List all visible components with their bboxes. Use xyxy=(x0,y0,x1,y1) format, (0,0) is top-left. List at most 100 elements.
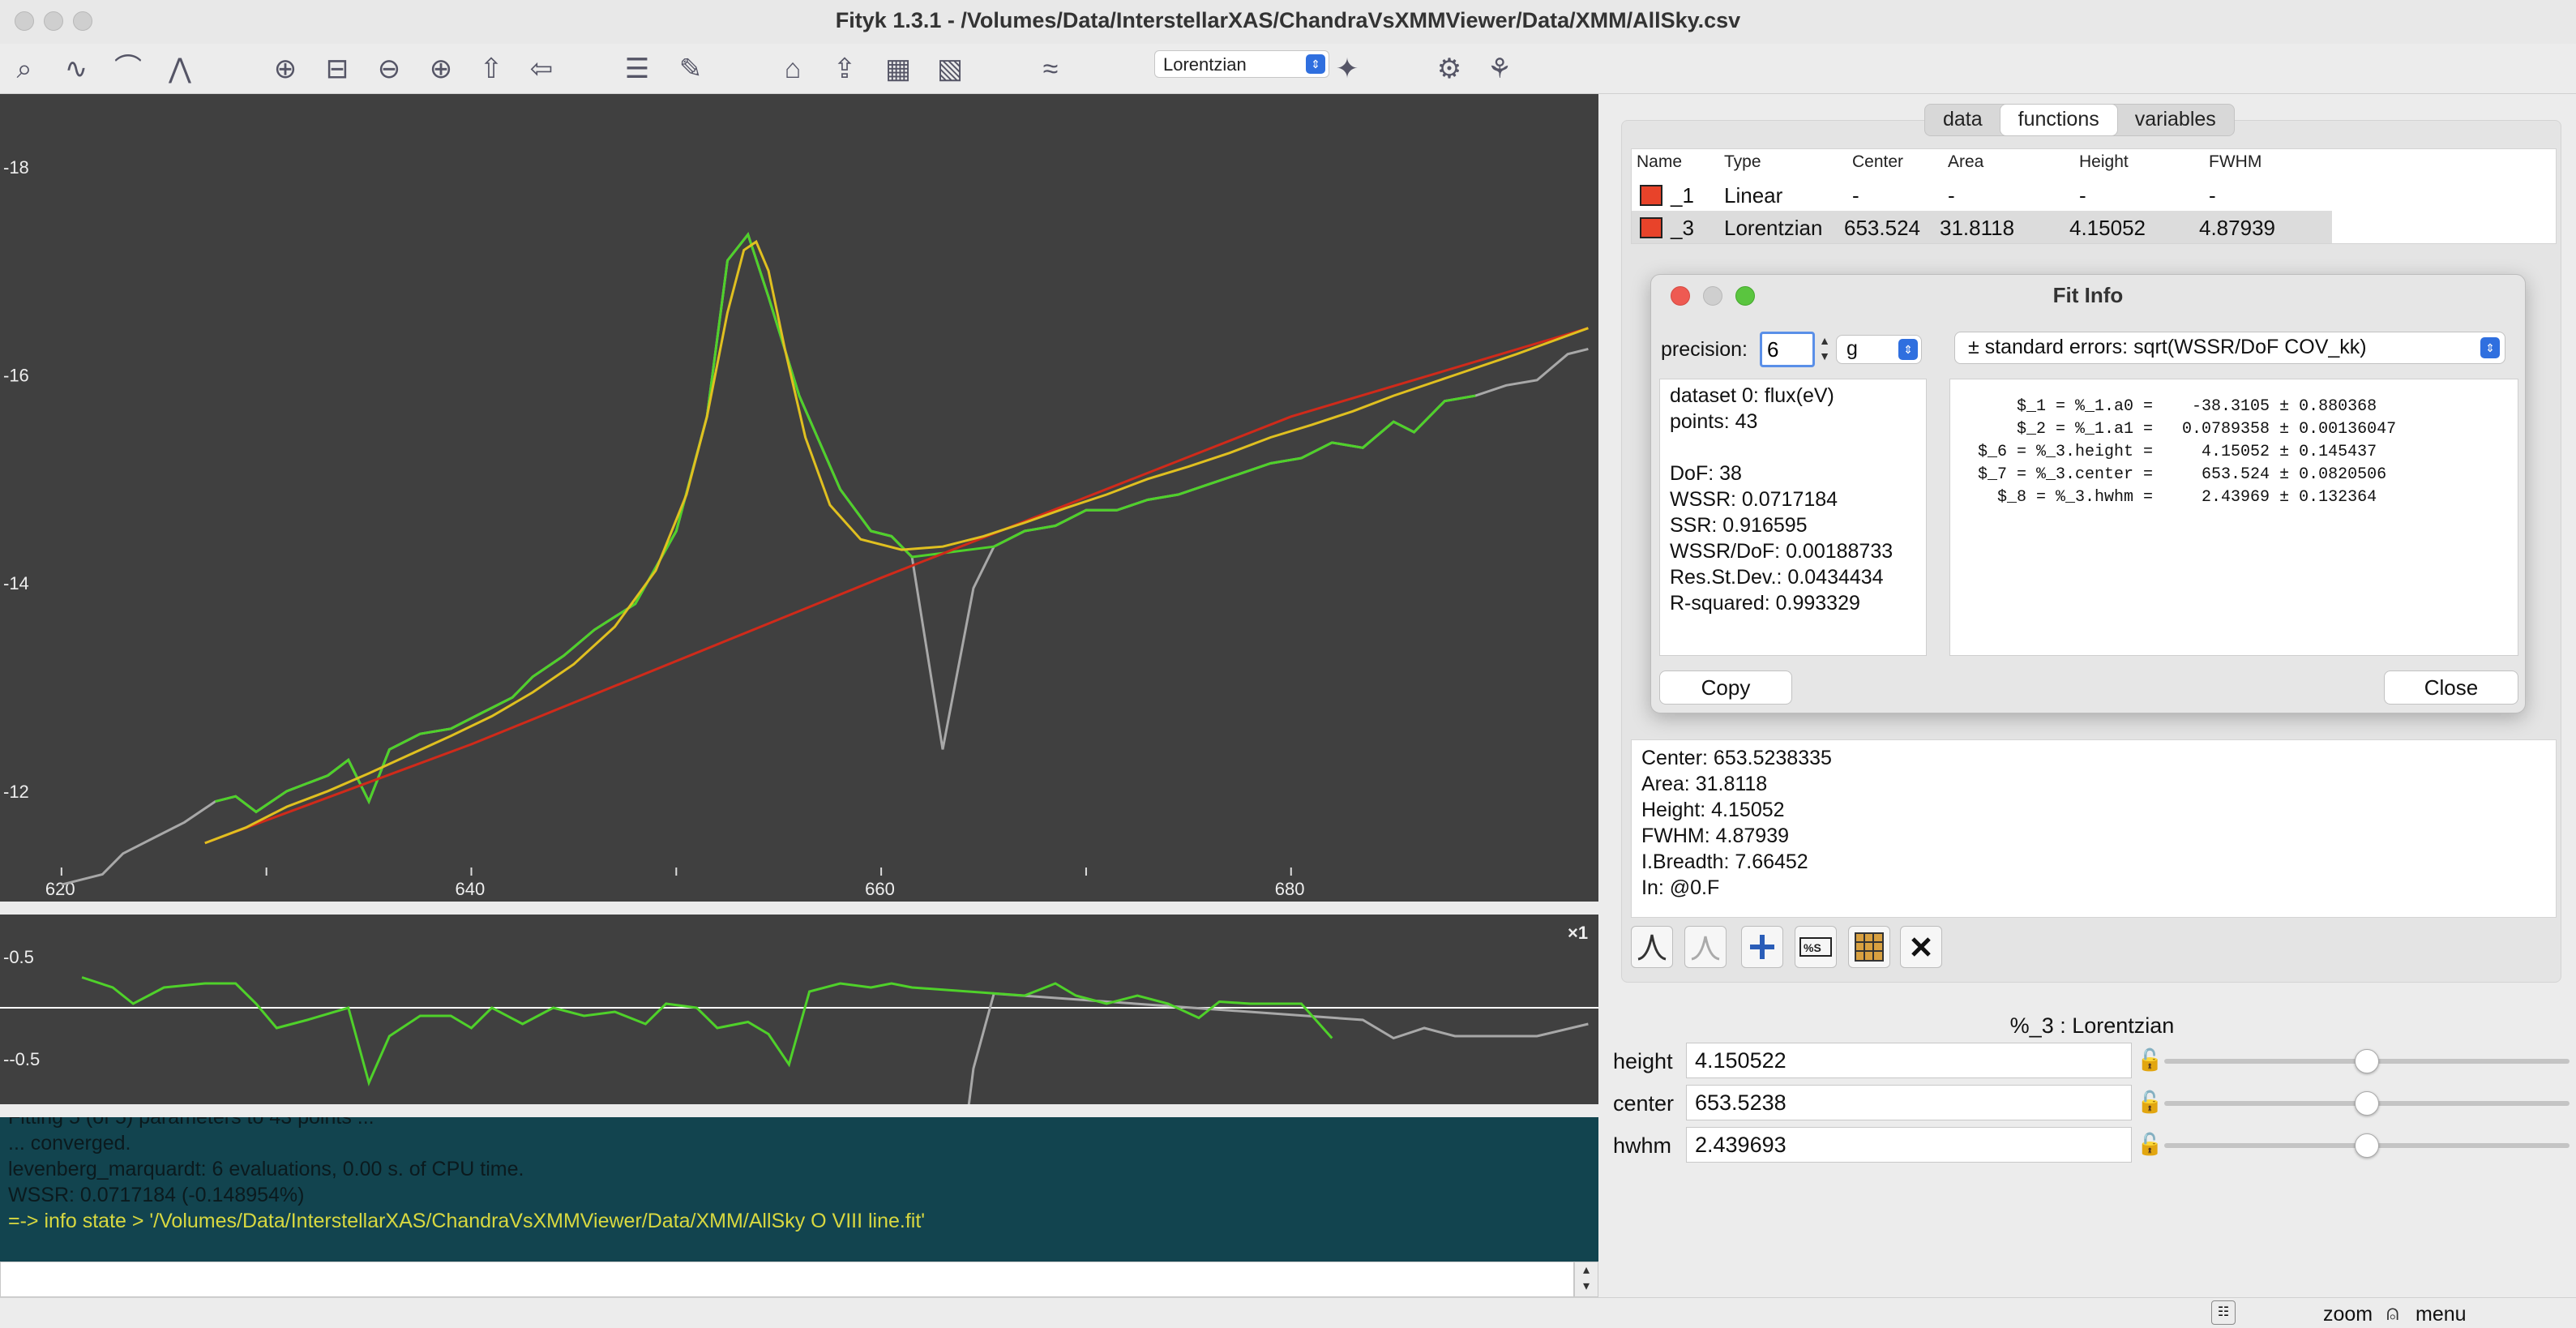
delete-function-button[interactable] xyxy=(1900,926,1942,968)
zoom-fit-icon[interactable]: ⇧ xyxy=(472,49,511,88)
change-type-icon xyxy=(1691,936,1720,961)
color-swatch[interactable] xyxy=(1640,185,1662,206)
slider-knob[interactable] xyxy=(2355,1133,2379,1158)
grid-icon xyxy=(1855,932,1884,962)
copy-function-icon: %S xyxy=(1799,937,1832,957)
parameter-label: center xyxy=(1613,1091,1675,1116)
info-line: In: @0.F xyxy=(1641,876,1720,899)
zoom-in-icon[interactable]: ⊕ xyxy=(421,49,460,88)
cell-name: _1 xyxy=(1671,183,1694,208)
functions-table[interactable]: Name Type Center Area Height FWHM _1 Lin… xyxy=(1631,148,2557,244)
column-header-area[interactable]: Area xyxy=(1948,152,1983,172)
main-plot-canvas[interactable]: -18-16-14-12 620 640 660 680 xyxy=(0,94,1598,902)
cell-height: - xyxy=(2079,183,2086,208)
mouse-button-icon: ⍝ xyxy=(2386,1300,2399,1325)
format-value: g xyxy=(1846,337,1858,360)
slider-knob[interactable] xyxy=(2355,1049,2379,1073)
command-input[interactable] xyxy=(0,1262,1574,1297)
column-header-type[interactable]: Type xyxy=(1724,152,1761,172)
main-plot[interactable]: -18 -16 -14 -12 620 640 660 680 xyxy=(0,94,1598,902)
sidebar-tabs: data functions variables xyxy=(1924,104,2235,136)
export-image-icon[interactable]: ▦ xyxy=(879,49,918,88)
column-header-height[interactable]: Height xyxy=(2079,152,2129,172)
function-type-select[interactable]: Lorentzian ⇕ xyxy=(1154,50,1329,78)
mouse-mode-icon[interactable]: ☷ xyxy=(2211,1300,2236,1325)
run-fit-icon[interactable]: ⚙ xyxy=(1430,49,1469,88)
parameter-value-input[interactable]: 4.150522 xyxy=(1686,1043,2132,1078)
guess-function-icon[interactable]: ✦ xyxy=(1328,49,1367,88)
info-line: FWHM: 4.87939 xyxy=(1641,825,1790,847)
info-line: I.Breadth: 7.66452 xyxy=(1641,850,1808,873)
tab-data[interactable]: data xyxy=(1925,105,2000,135)
add-function-button[interactable] xyxy=(1741,926,1783,968)
function-info-box[interactable]: Center: 653.5238335 Area: 31.8118 Height… xyxy=(1631,739,2557,918)
zoom-out-icon[interactable]: ⊖ xyxy=(370,49,409,88)
tab-variables[interactable]: variables xyxy=(2117,105,2234,135)
cell-type: Lorentzian xyxy=(1724,216,1823,240)
error-mode-select[interactable]: ± standard errors: sqrt(WSSR/DoF COV_kk)… xyxy=(1954,332,2505,364)
plot-splitter[interactable] xyxy=(0,902,1598,915)
precision-stepper[interactable]: ▲ ▼ xyxy=(1816,333,1833,366)
fit-parameters-text[interactable]: $_1 = %_1.a0 = -38.3105 ± 0.880368 $_2 =… xyxy=(1949,379,2518,656)
table-row-selected[interactable]: _3 Lorentzian 653.524 31.8118 4.15052 4.… xyxy=(1632,211,2332,243)
status-zoom-label: zoom xyxy=(2323,1303,2373,1326)
format-select[interactable]: g ⇕ xyxy=(1836,335,1922,364)
edit-function-icon xyxy=(1637,934,1667,961)
column-header-center[interactable]: Center xyxy=(1852,152,1903,172)
stat-line: WSSR: 0.0717184 xyxy=(1670,488,1838,511)
copy-button[interactable]: Copy xyxy=(1659,670,1792,705)
edit-script-icon[interactable]: ✎ xyxy=(671,49,710,88)
grid-button[interactable] xyxy=(1848,926,1890,968)
zoom-mode-icon[interactable]: ⌕ xyxy=(5,49,44,88)
baseline-mode-icon[interactable]: ⌒ xyxy=(109,49,148,88)
resid-y-tick-label: --0.5 xyxy=(3,1049,40,1069)
lock-icon[interactable]: 🔓 xyxy=(2137,1132,2163,1156)
delete-function-icon xyxy=(1911,937,1931,957)
table-row[interactable]: _1 Linear - - - - xyxy=(1632,178,2557,211)
output-splitter[interactable] xyxy=(0,1104,1598,1117)
log-line: levenberg_marquardt: 6 evaluations, 0.00… xyxy=(8,1158,524,1180)
parameters-title: %_3 : Lorentzian xyxy=(2009,1013,2175,1038)
residual-plot-canvas[interactable]: -0.5 --0.5 ×1 xyxy=(0,915,1598,1104)
load-data-icon[interactable]: ⌂ xyxy=(773,49,812,88)
column-header-fwhm[interactable]: FWHM xyxy=(2209,152,2261,172)
edit-data-icon[interactable]: ☰ xyxy=(618,49,657,88)
resid-scale-label[interactable]: ×1 xyxy=(1568,923,1588,943)
precision-label: precision: xyxy=(1661,338,1748,361)
status-bar xyxy=(0,1297,2576,1328)
stat-line: Res.St.Dev.: 0.0434434 xyxy=(1670,566,1884,589)
lock-icon[interactable]: 🔓 xyxy=(2137,1090,2163,1114)
undo-fit-icon[interactable]: ⚘ xyxy=(1480,49,1519,88)
column-header-name[interactable]: Name xyxy=(1637,152,1682,172)
fit-info-dialog: Fit Info precision: 6 ▲ ▼ g ⇕ ± standard … xyxy=(1650,274,2526,713)
tab-functions[interactable]: functions xyxy=(2000,105,2117,135)
parameter-value-input[interactable]: 653.5238 xyxy=(1686,1085,2132,1120)
add-function-icon xyxy=(1750,935,1774,959)
slider-knob[interactable] xyxy=(2355,1091,2379,1116)
close-button[interactable]: Close xyxy=(2384,670,2518,705)
precision-input[interactable]: 6 xyxy=(1760,332,1815,367)
reload-data-icon[interactable]: ⇪ xyxy=(825,49,864,88)
edit-function-button[interactable] xyxy=(1631,926,1673,968)
log-line: ... converged. xyxy=(8,1132,131,1155)
command-history-stepper[interactable]: ▴ ▾ xyxy=(1574,1262,1598,1297)
stat-line: DoF: 38 xyxy=(1670,462,1742,485)
color-swatch[interactable] xyxy=(1640,217,1662,238)
zoom-back-icon[interactable]: ⇦ xyxy=(522,49,561,88)
parameter-value-input[interactable]: 2.439693 xyxy=(1686,1127,2132,1163)
peak-add-mode-icon[interactable]: ⋀ xyxy=(160,49,199,88)
auto-add-peaks-icon[interactable]: ≈ xyxy=(1031,49,1070,88)
output-log[interactable]: Fitting 5 (of 5) parameters to 43 points… xyxy=(0,1117,1598,1262)
zoom-vertical-icon[interactable]: ⊟ xyxy=(318,49,357,88)
fit-statistics-text[interactable]: dataset 0: flux(eV) points: 43 DoF: 38 W… xyxy=(1659,379,1927,656)
log-line: WSSR: 0.0717184 (-0.148954%) xyxy=(8,1184,305,1206)
copy-function-button[interactable]: %S xyxy=(1795,926,1837,968)
cell-fwhm: 4.87939 xyxy=(2199,216,2275,240)
export-plot-icon[interactable]: ▧ xyxy=(931,49,969,88)
param-line: $_8 = %_3.hwhm = 2.43969 ± 0.132364 xyxy=(1958,488,2377,507)
residual-plot[interactable]: -0.5 --0.5 ×1 xyxy=(0,915,1598,1104)
change-type-button[interactable] xyxy=(1684,926,1727,968)
range-mode-icon[interactable]: ∿ xyxy=(57,49,96,88)
lock-icon[interactable]: 🔓 xyxy=(2137,1047,2163,1072)
zoom-all-icon[interactable]: ⊕ xyxy=(266,49,305,88)
